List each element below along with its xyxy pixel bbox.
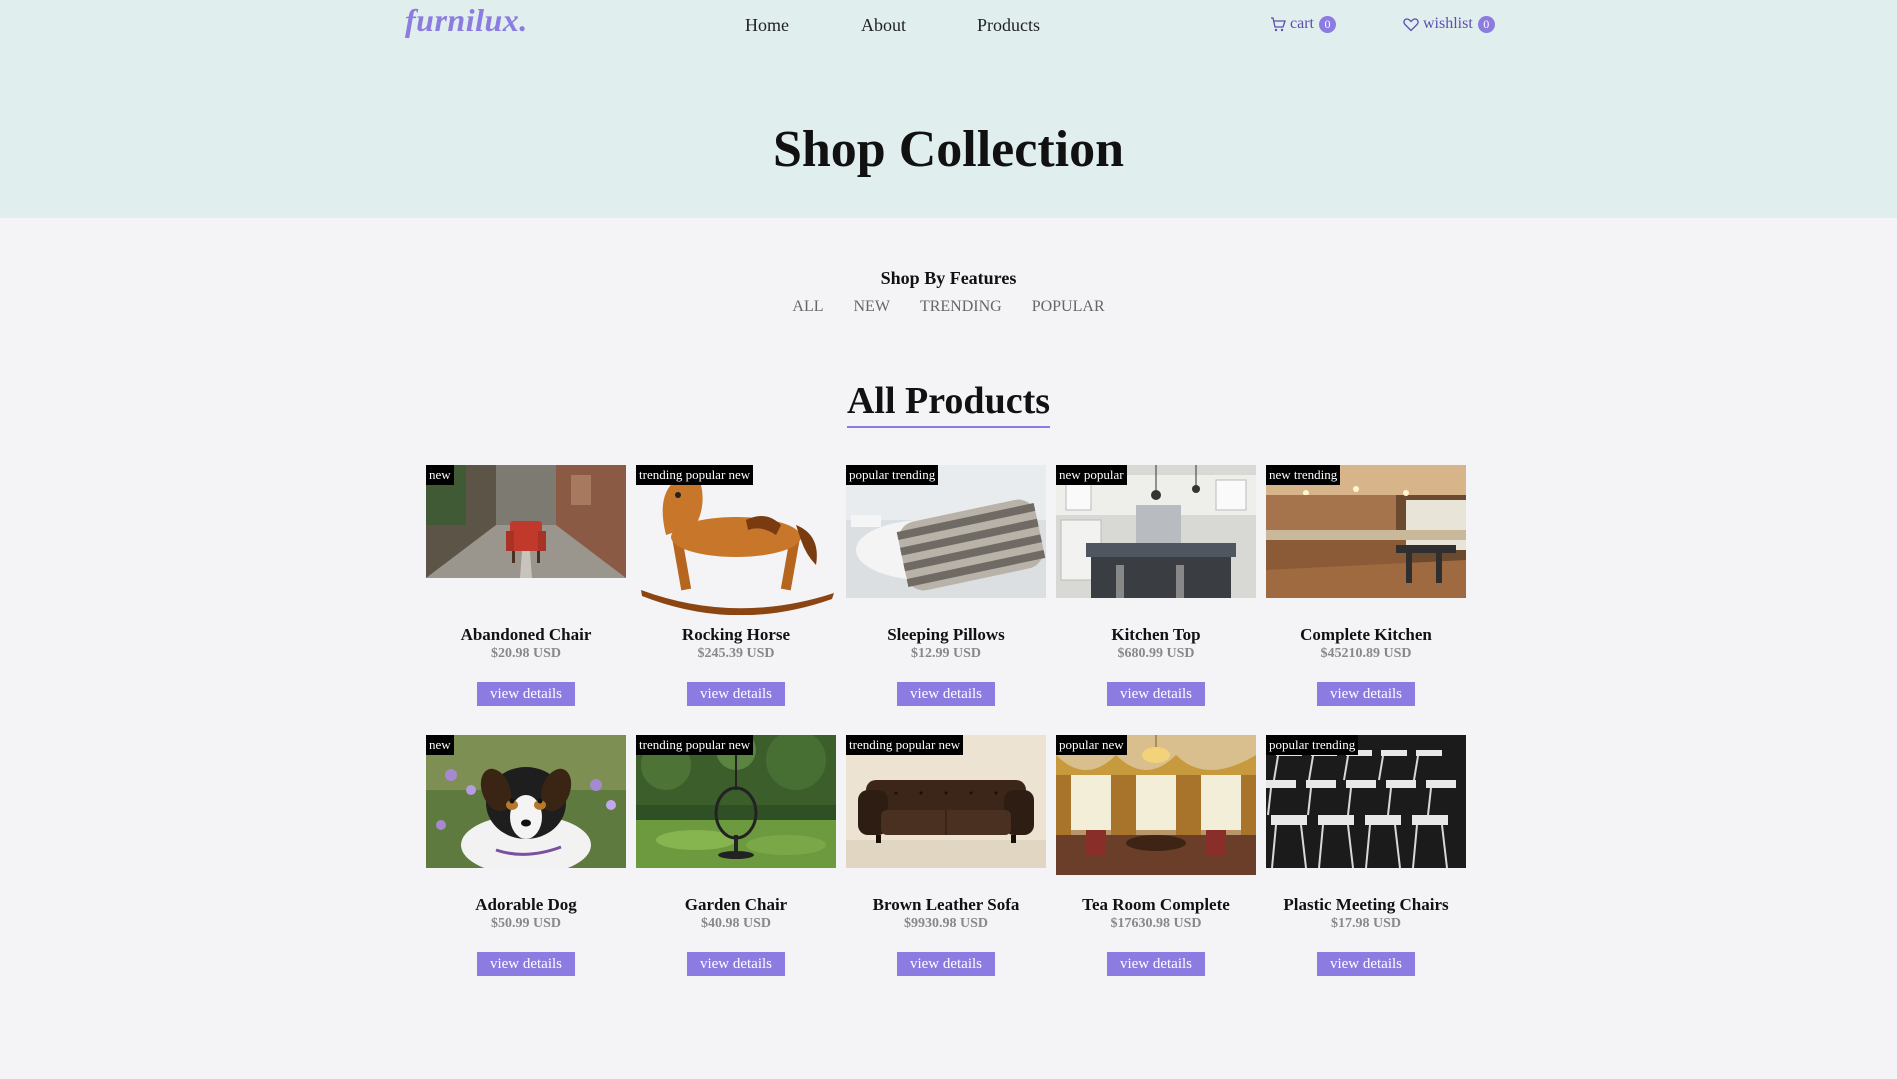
product-tags: new — [426, 735, 454, 755]
product-name: Abandoned Chair — [460, 625, 592, 644]
cart-link[interactable]: cart 0 — [1270, 15, 1336, 33]
view-details-button[interactable]: view details — [477, 952, 575, 976]
view-details-button[interactable]: view details — [1317, 682, 1415, 706]
product-price: $245.39 USD — [697, 646, 775, 661]
product-card: popular trending Plastic Meeting Chairs … — [1266, 735, 1466, 1005]
page-title: Shop Collection — [772, 121, 1125, 178]
product-card: new Adorable Dog $50.99 USD view details — [426, 735, 626, 1005]
product-card: trending popular new Rocking Horse $245.… — [636, 465, 836, 735]
product-image[interactable] — [1056, 735, 1256, 875]
product-grid: new Abandoned Chair $20.98 USD view deta… — [426, 465, 1471, 1005]
product-card: popular trending Sleeping Pillows $12.99… — [846, 465, 1046, 735]
product-image[interactable] — [636, 465, 836, 615]
section-heading: All Products — [846, 378, 1051, 428]
wishlist-link[interactable]: wishlist 0 — [1403, 15, 1495, 33]
filter-new[interactable]: NEW — [854, 298, 890, 316]
hero-banner: furnilux. Home About Products cart 0 wis… — [0, 0, 1897, 218]
product-price: $680.99 USD — [1117, 646, 1195, 661]
features-heading: Shop By Features — [880, 268, 1017, 288]
product-price: $40.98 USD — [700, 916, 771, 931]
view-details-button[interactable]: view details — [687, 682, 785, 706]
product-name: Brown Leather Sofa — [872, 895, 1020, 914]
product-name: Sleeping Pillows — [887, 625, 1005, 644]
dog-in-flowers-photo — [426, 735, 626, 868]
wishlist-count-badge: 0 — [1477, 15, 1495, 33]
red-armchair-street-photo — [426, 465, 626, 578]
nav-about-link[interactable]: About — [861, 15, 906, 36]
product-name: Complete Kitchen — [1300, 625, 1432, 644]
cart-icon — [1271, 16, 1286, 31]
product-image[interactable] — [426, 735, 626, 868]
product-price: $17630.98 USD — [1110, 916, 1202, 931]
view-details-button[interactable]: view details — [1107, 952, 1205, 976]
view-details-button[interactable]: view details — [1107, 682, 1205, 706]
view-details-button[interactable]: view details — [477, 682, 575, 706]
product-name: Tea Room Complete — [1082, 895, 1230, 914]
brand-logo[interactable]: furnilux. — [405, 2, 528, 39]
cart-label: cart — [1290, 15, 1314, 32]
product-tags: new popular — [1056, 465, 1127, 485]
product-tags: popular trending — [1266, 735, 1359, 755]
view-details-button[interactable]: view details — [1317, 952, 1415, 976]
product-tags: popular trending — [846, 465, 939, 485]
product-name: Garden Chair — [684, 895, 788, 914]
product-name: Adorable Dog — [475, 895, 577, 914]
wooden-rocking-horse-photo — [636, 465, 836, 615]
product-price: $9930.98 USD — [903, 916, 988, 931]
product-tags: trending popular new — [846, 735, 964, 755]
nav-products-link[interactable]: Products — [977, 15, 1040, 36]
product-card: new Abandoned Chair $20.98 USD view deta… — [426, 465, 626, 735]
product-tags: trending popular new — [636, 735, 754, 755]
nav-home-link[interactable]: Home — [745, 15, 789, 36]
product-price: $45210.89 USD — [1320, 646, 1412, 661]
product-card: trending popular new Garden Chair $40.98… — [636, 735, 836, 1005]
feature-filters: ALL NEW TRENDING POPULAR — [0, 298, 1897, 316]
product-price: $17.98 USD — [1330, 916, 1401, 931]
cart-count-badge: 0 — [1318, 15, 1336, 33]
product-name: Plastic Meeting Chairs — [1283, 895, 1449, 914]
filter-popular[interactable]: POPULAR — [1032, 298, 1105, 316]
heart-icon — [1403, 17, 1419, 31]
view-details-button[interactable]: view details — [687, 952, 785, 976]
product-card: new popular Kitchen Top $680.99 USD view… — [1056, 465, 1256, 735]
filter-trending[interactable]: TRENDING — [920, 298, 1002, 316]
product-name: Rocking Horse — [681, 625, 791, 644]
filter-all[interactable]: ALL — [792, 298, 823, 316]
product-image[interactable] — [426, 465, 626, 578]
wishlist-label: wishlist — [1423, 15, 1473, 32]
product-price: $20.98 USD — [490, 646, 561, 661]
product-tags: new — [426, 465, 454, 485]
product-tags: trending popular new — [636, 465, 754, 485]
product-tags: new trending — [1266, 465, 1341, 485]
product-card: new trending Complete Kitchen $45210.89 … — [1266, 465, 1466, 735]
product-price: $50.99 USD — [490, 916, 561, 931]
view-details-button[interactable]: view details — [897, 682, 995, 706]
product-card: popular new Tea Room Complete $17630.98 … — [1056, 735, 1256, 1005]
tea-room-photo — [1056, 735, 1256, 875]
product-card: trending popular new Brown Leather Sofa … — [846, 735, 1046, 1005]
section-heading-wrap: All Products — [0, 378, 1897, 428]
product-price: $12.99 USD — [910, 646, 981, 661]
product-tags: popular new — [1056, 735, 1127, 755]
view-details-button[interactable]: view details — [897, 952, 995, 976]
product-name: Kitchen Top — [1111, 625, 1201, 644]
